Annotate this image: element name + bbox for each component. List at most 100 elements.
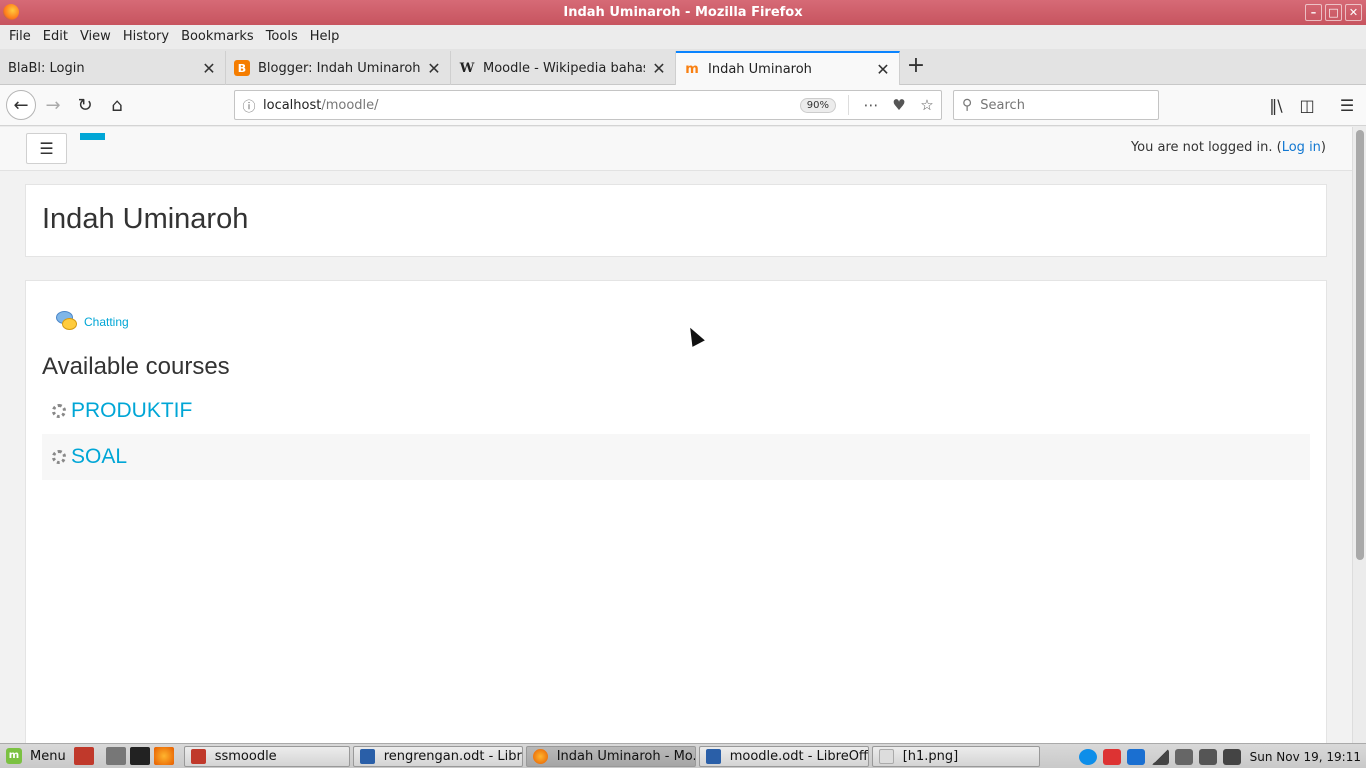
hamburger-menu-icon[interactable]: ☰ <box>1333 91 1361 119</box>
window-titlebar: Indah Uminaroh - Mozilla Firefox – □ ✕ <box>0 0 1366 25</box>
page-actions-icon[interactable]: ⋯ <box>857 96 885 114</box>
pocket-icon[interactable]: ♥ <box>885 96 913 114</box>
mint-logo-icon: m <box>6 748 22 764</box>
clock[interactable]: Sun Nov 19, 19:11 <box>1250 750 1361 764</box>
start-menu-button[interactable]: m Menu <box>0 744 72 768</box>
page-header: Indah Uminaroh <box>25 184 1327 257</box>
blogger-icon: B <box>234 60 250 76</box>
moodle-navbar: ☰ You are not logged in. (Log in) <box>0 127 1352 171</box>
brand-logo[interactable] <box>80 133 105 140</box>
login-status-text: You are not logged in. ( <box>1130 140 1282 155</box>
site-info-icon[interactable]: ⓘ <box>235 96 263 115</box>
terminal-icon[interactable] <box>129 747 150 765</box>
close-tab-icon[interactable]: ✕ <box>875 60 891 79</box>
tab-blogger[interactable]: B Blogger: Indah Uminaroh | | E ✕ <box>226 51 451 85</box>
writer-doc-icon <box>705 748 721 764</box>
forward-button[interactable]: → <box>39 91 67 119</box>
menu-view[interactable]: View <box>74 25 117 49</box>
course-link-produktif[interactable]: PRODUKTIF <box>71 399 192 423</box>
home-button[interactable]: ⌂ <box>103 91 131 119</box>
task-label: rengrengan.odt - Libr... <box>383 748 523 764</box>
task-rengrengan[interactable]: rengrengan.odt - Libr... <box>352 745 523 767</box>
task-moodle-odt[interactable]: moodle.odt - LibreOffi... <box>698 745 869 767</box>
search-bar[interactable]: ⚲ <box>953 90 1159 120</box>
security-shield-icon[interactable] <box>1102 748 1121 765</box>
minimize-button[interactable]: – <box>1305 4 1322 21</box>
chat-activity[interactable]: Chatting <box>56 311 129 333</box>
zoom-indicator[interactable]: 90% <box>799 97 836 113</box>
window-title: Indah Uminaroh - Mozilla Firefox <box>563 5 803 20</box>
course-link-soal[interactable]: SOAL <box>71 445 127 469</box>
moodle-icon: m <box>685 62 699 77</box>
task-label: ssmoodle <box>214 748 277 764</box>
address-bar[interactable]: ⓘ localhost/moodle/ 90% ⋯ ♥ ☆ <box>234 90 942 120</box>
url-host: localhost <box>263 97 322 113</box>
url-path: /moodle/ <box>321 97 379 113</box>
close-tab-icon[interactable]: ✕ <box>426 59 442 78</box>
chat-icon <box>56 311 78 333</box>
login-info: You are not logged in. (Log in) <box>1131 140 1326 155</box>
course-icon <box>52 404 66 418</box>
task-ssmoodle[interactable]: ssmoodle <box>183 745 350 767</box>
volume-icon[interactable] <box>1198 748 1217 765</box>
task-h1-png[interactable]: [h1.png] <box>871 745 1040 767</box>
system-tray: Sun Nov 19, 19:11 <box>1076 744 1366 768</box>
task-label: moodle.odt - LibreOffi... <box>729 748 869 764</box>
show-desktop-icon[interactable] <box>105 747 126 765</box>
reload-button[interactable]: ↻ <box>71 91 99 119</box>
menu-history[interactable]: History <box>117 25 175 49</box>
task-firefox[interactable]: Indah Uminaroh - Mo... <box>525 745 696 767</box>
menu-file[interactable]: File <box>3 25 37 49</box>
new-tab-button[interactable]: + <box>902 52 930 82</box>
tab-blabl-login[interactable]: BlaBl: Login ✕ <box>0 51 226 85</box>
maximize-button[interactable]: □ <box>1325 4 1342 21</box>
available-courses-heading: Available courses <box>42 353 230 380</box>
image-icon <box>878 748 894 764</box>
close-tab-icon[interactable]: ✕ <box>651 59 667 78</box>
bookmark-star-icon[interactable]: ☆ <box>913 96 941 114</box>
task-label: Indah Uminaroh - Mo... <box>556 748 696 764</box>
page-content: ☰ You are not logged in. (Log in) Indah … <box>0 127 1352 743</box>
page-scrollbar[interactable] <box>1352 127 1366 743</box>
signal-icon[interactable] <box>1150 748 1169 765</box>
tab-title: BlaBl: Login <box>8 60 85 76</box>
task-label: [h1.png] <box>902 748 959 764</box>
tab-title: Indah Uminaroh <box>708 62 812 77</box>
tab-bar: BlaBl: Login ✕ B Blogger: Indah Uminaroh… <box>0 49 1366 86</box>
site-title: Indah Uminaroh <box>42 203 249 235</box>
teamviewer-icon[interactable] <box>1078 748 1097 765</box>
course-item: PRODUKTIF <box>42 388 1310 434</box>
bluetooth-icon[interactable] <box>1126 748 1145 765</box>
firefox-task-icon <box>532 748 548 764</box>
back-button[interactable]: ← <box>6 90 36 120</box>
menu-edit[interactable]: Edit <box>37 25 74 49</box>
chatting-link[interactable]: Chatting <box>84 315 129 329</box>
battery-icon[interactable] <box>1222 748 1241 765</box>
nav-drawer-button[interactable]: ☰ <box>26 133 67 164</box>
course-icon <box>52 450 66 464</box>
menu-help[interactable]: Help <box>304 25 346 49</box>
scrollbar-thumb[interactable] <box>1356 130 1364 560</box>
menu-tools[interactable]: Tools <box>260 25 304 49</box>
search-input[interactable] <box>980 97 1131 113</box>
url-text[interactable]: localhost/moodle/ <box>263 98 800 113</box>
close-window-button[interactable]: ✕ <box>1345 4 1362 21</box>
main-region: Chatting Available courses PRODUKTIF SOA… <box>25 280 1327 743</box>
network-icon[interactable] <box>1174 748 1193 765</box>
firefox-launcher-icon[interactable] <box>153 747 174 765</box>
tab-indah-uminaroh[interactable]: m Indah Uminaroh ✕ <box>676 51 900 86</box>
taskbar: m Menu ssmoodle rengrengan.odt - Libr...… <box>0 743 1366 768</box>
folder-icon <box>190 748 206 764</box>
search-icon: ⚲ <box>962 97 973 113</box>
sidebar-icon[interactable]: ◫ <box>1293 91 1321 119</box>
login-link[interactable]: Log in <box>1282 140 1321 155</box>
writer-doc-icon <box>359 748 375 764</box>
close-tab-icon[interactable]: ✕ <box>201 59 217 78</box>
library-icon[interactable]: ‖\ <box>1262 91 1290 119</box>
app-launcher-icon[interactable] <box>73 747 94 765</box>
course-item: SOAL <box>42 434 1310 480</box>
menu-bookmarks[interactable]: Bookmarks <box>175 25 260 49</box>
tab-wikipedia[interactable]: W Moodle - Wikipedia bahasa In ✕ <box>451 51 676 85</box>
tab-title: Blogger: Indah Uminaroh | | E <box>258 60 420 76</box>
divider <box>848 95 849 115</box>
